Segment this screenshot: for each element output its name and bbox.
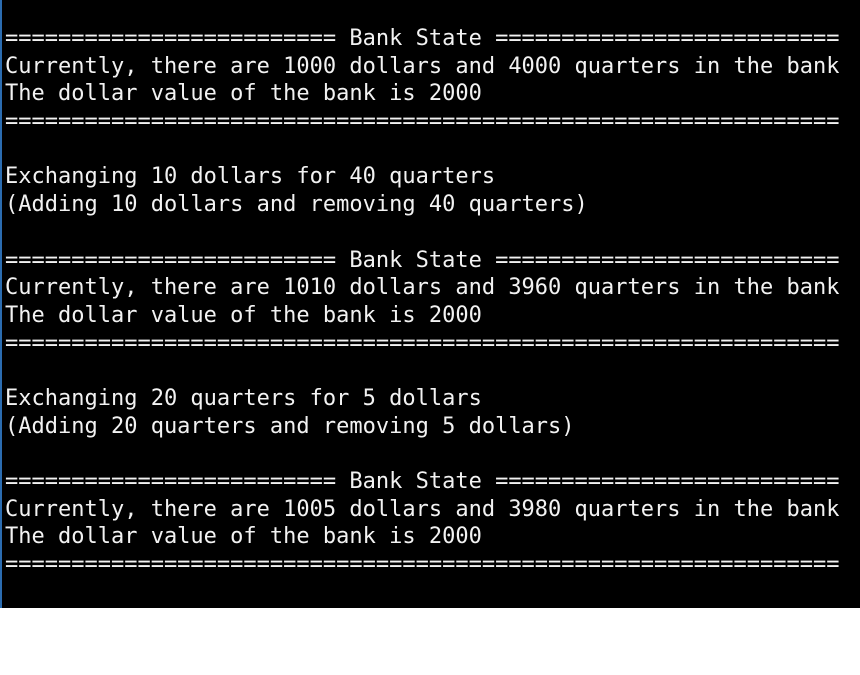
console-line: Currently, there are 1000 dollars and 40… [5,53,840,79]
console-line: The dollar value of the bank is 2000 [5,302,482,328]
console-line: Exchanging 20 quarters for 5 dollars [5,385,482,411]
console-line: ========================= Bank State ===… [5,247,840,273]
console-line: The dollar value of the bank is 2000 [5,81,482,107]
console-line: The dollar value of the bank is 2000 [5,524,482,550]
console-line: (Adding 20 quarters and removing 5 dolla… [5,413,575,439]
console-line: ========================================… [5,330,840,356]
console-line: ========================= Bank State ===… [5,26,840,51]
console-line: ========================================… [5,552,840,578]
console-window[interactable]: ========================= Bank State ===… [0,0,860,608]
console-line: Exchanging 10 dollars for 40 quarters [5,164,496,190]
console-output: ========================= Bank State ===… [5,25,839,579]
console-line: (Adding 10 dollars and removing 40 quart… [5,192,588,218]
console-line: Currently, there are 1005 dollars and 39… [5,496,840,522]
console-line: ========================================… [5,109,840,135]
console-line: Currently, there are 1010 dollars and 39… [5,275,840,301]
blank-area [0,608,860,675]
console-line: ========================= Bank State ===… [5,469,840,494]
